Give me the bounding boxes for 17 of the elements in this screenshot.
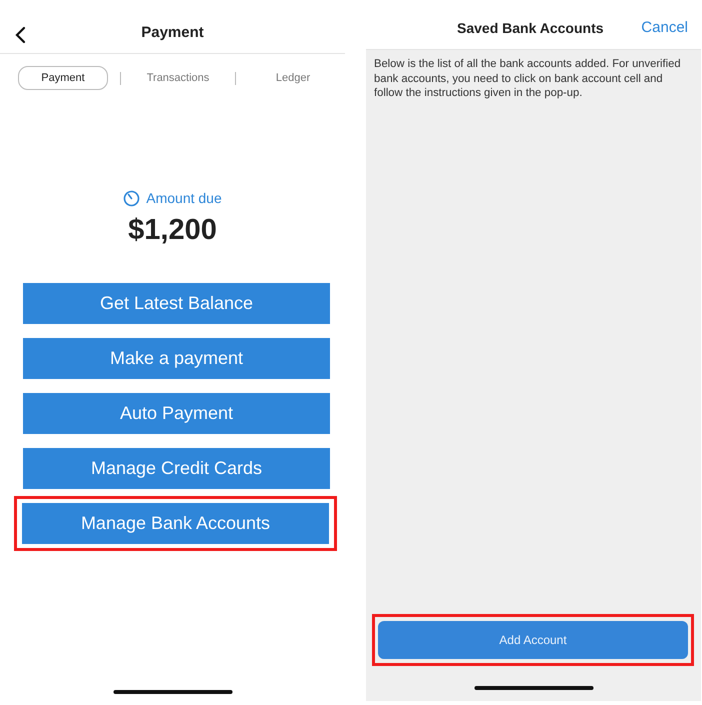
tab[interactable]: Ledger (248, 66, 338, 90)
back-icon[interactable] (14, 26, 28, 44)
timer-icon (123, 190, 140, 207)
menu-button[interactable]: Auto Payment (23, 392, 330, 434)
screen-title: Saved Bank Accounts (457, 19, 604, 38)
menu-button[interactable]: Make a payment (23, 338, 330, 378)
cancel-link[interactable]: Cancel (641, 16, 688, 39)
menu-button[interactable]: Get Latest Balance (23, 282, 330, 324)
description-text: Below is the list of all the bank accounts added. For unverified bank accounts, you need to click on bank account cell and follow the instructions given in the pop-up. (373, 57, 682, 101)
tab[interactable]: Payment (18, 66, 108, 90)
screen-title: Payment (141, 23, 204, 44)
menu-button[interactable]: Manage Bank Accounts (22, 502, 329, 544)
menu-button[interactable]: Manage Credit Cards (23, 448, 330, 488)
tab[interactable]: Transactions (133, 66, 223, 90)
add-account-button[interactable]: Add Account (378, 621, 688, 659)
amount-label: Amount due (146, 189, 222, 208)
amount-value: $1,200 (128, 213, 217, 248)
